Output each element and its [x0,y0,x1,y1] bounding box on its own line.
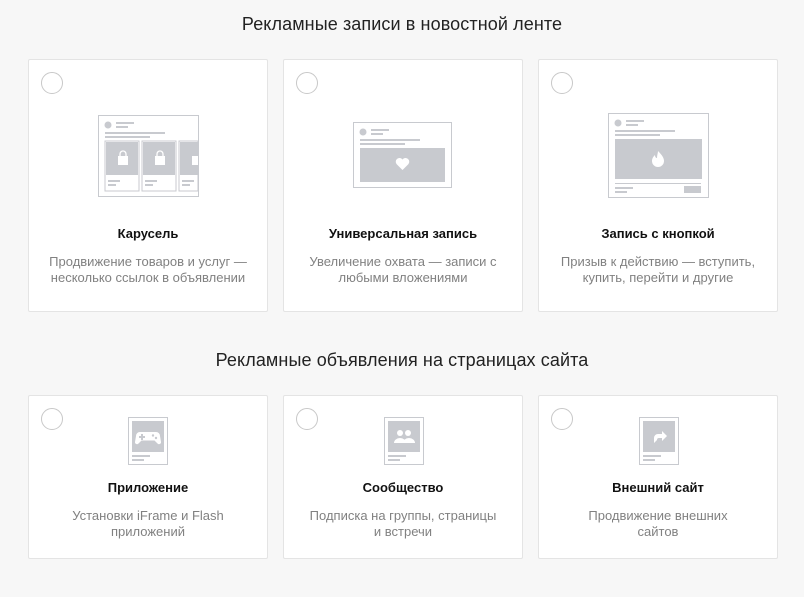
gamepad-icon [128,417,168,465]
radio-button[interactable] [41,72,63,94]
radio-button[interactable] [551,408,573,430]
card-title: Приложение [107,480,189,495]
card-description: Подписка на группы, страницы и встречи [309,508,497,539]
card-title: Карусель [117,226,179,241]
card-title: Запись с кнопкой [601,226,715,241]
card-description: Продвижение внешних сайтов [588,508,728,539]
radio-button[interactable] [296,72,318,94]
ad-format-card-community[interactable]: Сообщество Подписка на группы, страницы … [283,395,523,559]
card-title: Сообщество [362,480,444,495]
card-description: Призыв к действию — вступить, купить, пе… [560,254,756,285]
ad-format-card-button-post[interactable]: Запись с кнопкой Призыв к действию — вст… [538,59,778,312]
button-post-icon [608,113,709,198]
card-description: Установки iFrame и Flash приложений [72,508,224,539]
ad-format-card-universal-post[interactable]: Универсальная запись Увеличение охвата —… [283,59,523,312]
ad-format-card-external-site[interactable]: Внешний сайт Продвижение внешних сайтов [538,395,778,559]
section-title-newsfeed: Рекламные записи в новостной ленте [241,14,563,34]
ad-format-card-carousel[interactable]: Карусель Продвижение товаров и услуг — н… [28,59,268,312]
radio-button[interactable] [551,72,573,94]
card-title: Внешний сайт [612,480,704,495]
ad-format-card-app[interactable]: Приложение Установки iFrame и Flash прил… [28,395,268,559]
section-title-site-pages: Рекламные объявления на страницах сайта [215,350,589,370]
card-description: Продвижение товаров и услуг — несколько … [49,254,247,285]
carousel-icon [98,115,199,197]
community-icon [384,417,424,465]
card-description: Увеличение охвата — записи с любыми влож… [309,254,497,285]
radio-button[interactable] [296,408,318,430]
radio-button[interactable] [41,408,63,430]
universal-post-icon [353,122,452,188]
card-title: Универсальная запись [328,226,478,241]
external-link-icon [639,417,679,465]
